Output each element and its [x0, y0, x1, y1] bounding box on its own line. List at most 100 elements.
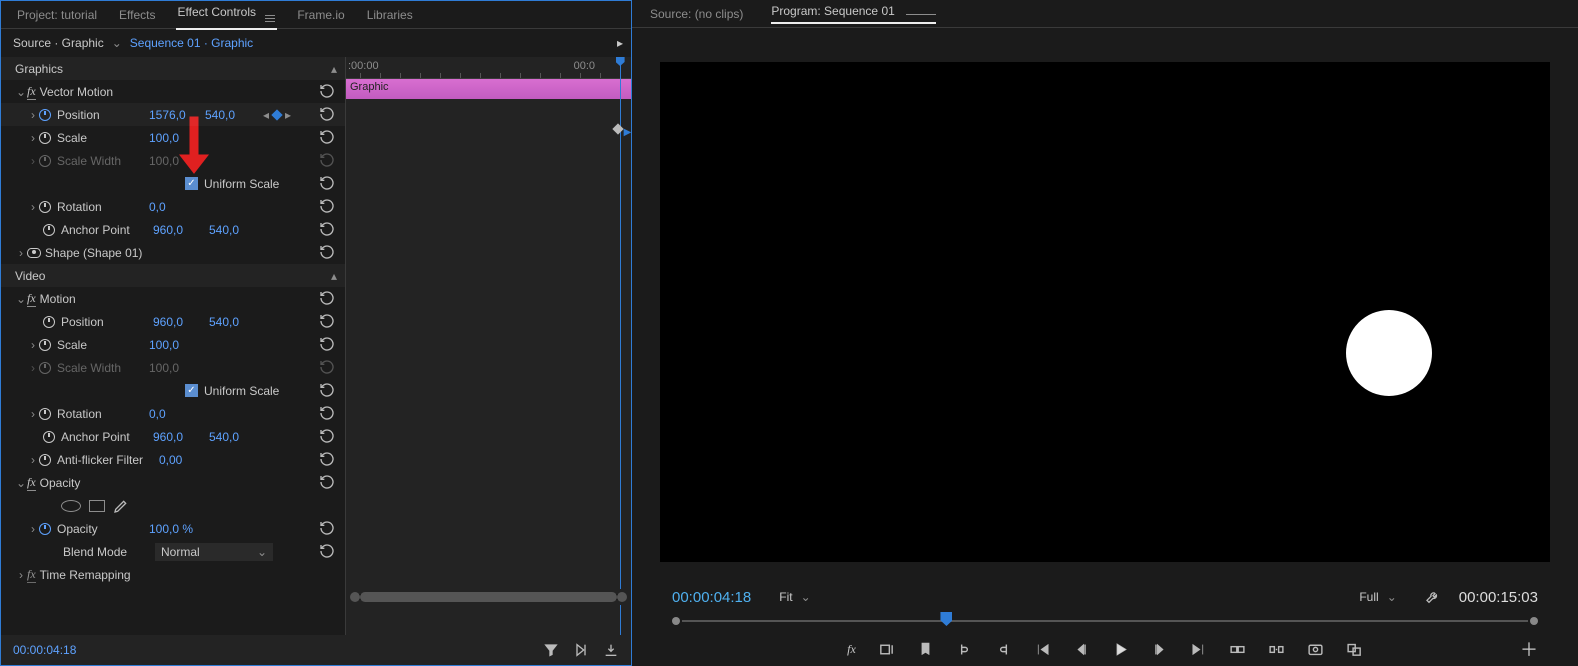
playhead[interactable]: ▶ — [620, 57, 621, 635]
position-x-value[interactable]: 960,0 — [153, 315, 199, 329]
param-blend-mode[interactable]: Blend Mode Normal ⌄ — [1, 540, 345, 563]
zoom-select[interactable]: Fit ⌄ — [769, 588, 820, 606]
stopwatch-active-icon[interactable] — [39, 109, 51, 121]
twirl-right-icon[interactable]: › — [27, 338, 39, 352]
export-icon[interactable] — [603, 642, 619, 658]
reset-icon[interactable] — [319, 83, 335, 102]
position-x-value[interactable]: 1576,0 — [149, 108, 195, 122]
zoom-handle-right[interactable] — [617, 592, 627, 602]
extract-icon[interactable] — [1268, 641, 1285, 658]
export-frame-icon[interactable] — [1307, 641, 1324, 658]
checkbox-checked-icon[interactable]: ✓ — [185, 384, 198, 397]
param-m-scale[interactable]: › Scale 100,0 — [1, 333, 345, 356]
effect-opacity[interactable]: ⌄ fx Opacity — [1, 471, 345, 494]
insert-icon[interactable] — [878, 641, 895, 658]
play-icon[interactable] — [1112, 641, 1129, 658]
in-point-icon[interactable] — [956, 641, 973, 658]
sequence-link[interactable]: Sequence 01 · Graphic — [130, 36, 253, 50]
keyframe-navigator[interactable]: ◂ ▸ — [263, 108, 291, 122]
comparison-view-icon[interactable] — [1346, 641, 1363, 658]
timeline-scrollbar[interactable] — [346, 589, 631, 605]
twirl-right-icon[interactable]: › — [27, 131, 39, 145]
reset-icon[interactable] — [319, 543, 335, 562]
tab-project[interactable]: Project: tutorial — [15, 2, 99, 28]
anchor-x-value[interactable]: 960,0 — [153, 430, 199, 444]
twirl-right-icon[interactable]: › — [27, 108, 39, 122]
tab-source-monitor[interactable]: Source: (no clips) — [650, 7, 743, 21]
marker-icon[interactable] — [917, 641, 934, 658]
reset-icon[interactable] — [319, 451, 335, 470]
anchor-x-value[interactable]: 960,0 — [153, 223, 199, 237]
tab-program-monitor[interactable]: Program: Sequence 01 — [771, 4, 936, 24]
position-y-value[interactable]: 540,0 — [209, 315, 255, 329]
stopwatch-icon[interactable] — [39, 132, 51, 144]
ellipse-mask-icon[interactable] — [61, 500, 81, 512]
effect-shape[interactable]: › Shape (Shape 01) — [1, 241, 345, 264]
tab-effects[interactable]: Effects — [117, 2, 157, 28]
reset-icon[interactable] — [319, 313, 335, 332]
reset-icon[interactable] — [319, 244, 335, 263]
param-vm-anchor[interactable]: Anchor Point 960,0 540,0 — [1, 218, 345, 241]
panel-menu-icon[interactable] — [265, 15, 275, 22]
twirl-down-icon[interactable]: ⌄ — [15, 85, 27, 99]
twirl-right-icon[interactable]: › — [27, 453, 39, 467]
settings-wrench-icon[interactable] — [1425, 589, 1441, 605]
clip-bar[interactable]: Graphic — [346, 79, 631, 99]
go-to-in-icon[interactable] — [1034, 641, 1051, 658]
twirl-right-icon[interactable]: › — [27, 407, 39, 421]
reset-icon[interactable] — [319, 175, 335, 194]
param-vm-position[interactable]: › Position 1576,0 540,0 ◂ ▸ — [1, 103, 345, 126]
chevron-down-icon[interactable]: ⌄ — [112, 36, 122, 50]
param-m-antiflicker[interactable]: › Anti-flicker Filter 0,00 — [1, 448, 345, 471]
visibility-icon[interactable] — [27, 248, 41, 258]
scrub-playhead[interactable] — [940, 612, 952, 626]
param-opacity[interactable]: › Opacity 100,0 % — [1, 517, 345, 540]
out-point-handle[interactable] — [1530, 617, 1538, 625]
effect-motion[interactable]: ⌄ fx Motion — [1, 287, 345, 310]
program-scrub-bar[interactable] — [672, 610, 1538, 632]
filter-icon[interactable] — [543, 642, 559, 658]
param-vm-rotation[interactable]: › Rotation 0,0 — [1, 195, 345, 218]
rectangle-mask-icon[interactable] — [89, 500, 105, 512]
opacity-value[interactable]: 100,0 % — [149, 522, 195, 536]
program-timecode[interactable]: 00:00:04:18 — [672, 589, 751, 606]
step-forward-icon[interactable] — [1151, 641, 1168, 658]
twirl-right-icon[interactable]: › — [15, 246, 27, 260]
rotation-value[interactable]: 0,0 — [149, 407, 195, 421]
pen-mask-icon[interactable] — [113, 498, 129, 514]
param-m-position[interactable]: Position 960,0 540,0 — [1, 310, 345, 333]
tab-frameio[interactable]: Frame.io — [295, 2, 346, 28]
scrollbar-thumb[interactable] — [360, 592, 617, 602]
scale-value[interactable]: 100,0 — [149, 131, 195, 145]
param-m-anchor[interactable]: Anchor Point 960,0 540,0 — [1, 425, 345, 448]
fx-badge-icon[interactable]: fx — [27, 475, 36, 491]
position-y-value[interactable]: 540,0 — [205, 108, 251, 122]
stopwatch-icon[interactable] — [43, 224, 55, 236]
step-back-icon[interactable] — [1073, 641, 1090, 658]
loop-play-icon[interactable] — [573, 642, 589, 658]
panel-menu-icon[interactable] — [906, 14, 936, 15]
stopwatch-icon[interactable] — [39, 339, 51, 351]
fx-badge-icon[interactable]: fx — [27, 567, 36, 583]
program-monitor[interactable] — [660, 62, 1550, 562]
reset-icon[interactable] — [319, 106, 335, 125]
anchor-y-value[interactable]: 540,0 — [209, 223, 255, 237]
stopwatch-active-icon[interactable] — [39, 523, 51, 535]
current-timecode[interactable]: 00:00:04:18 — [13, 643, 76, 657]
fx-badge-icon[interactable]: fx — [847, 642, 856, 657]
collapse-up-icon[interactable]: ▴ — [331, 62, 337, 76]
twirl-right-icon[interactable]: › — [27, 522, 39, 536]
stopwatch-icon[interactable] — [43, 316, 55, 328]
reset-icon[interactable] — [319, 474, 335, 493]
group-graphics[interactable]: Graphics ▴ — [1, 57, 345, 80]
reset-icon[interactable] — [319, 428, 335, 447]
go-to-out-icon[interactable] — [1190, 641, 1207, 658]
play-only-icon[interactable]: ▸ — [617, 36, 623, 50]
param-m-uniform-scale[interactable]: ✓ Uniform Scale — [1, 379, 345, 402]
scale-value[interactable]: 100,0 — [149, 338, 195, 352]
anchor-y-value[interactable]: 540,0 — [209, 430, 255, 444]
effect-timeline[interactable]: :00:00 00:0 Graphic ▶ — [346, 57, 631, 635]
reset-icon[interactable] — [319, 221, 335, 240]
zoom-handle-left[interactable] — [350, 592, 360, 602]
twirl-down-icon[interactable]: ⌄ — [15, 292, 27, 306]
